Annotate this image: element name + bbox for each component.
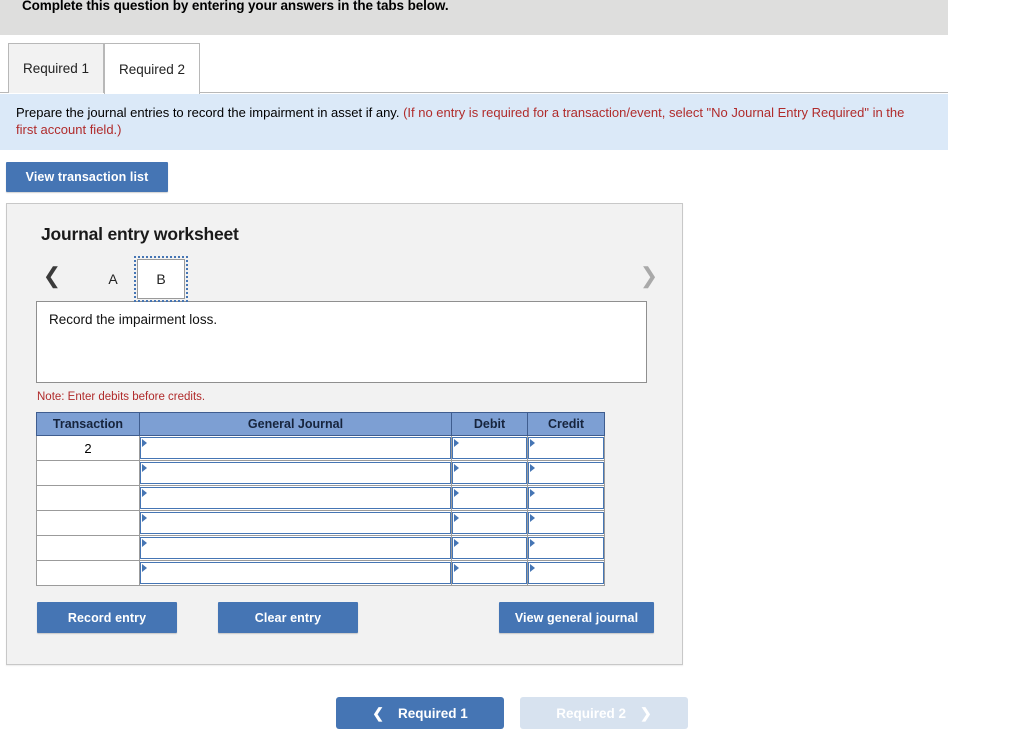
general-journal-input[interactable] (140, 512, 451, 534)
credit-input-cell (527, 485, 605, 511)
column-header-credit: Credit (527, 412, 605, 436)
view-transaction-list-button[interactable]: View transaction list (6, 162, 168, 192)
table-row (36, 535, 605, 561)
top-instruction-text: Complete this question by entering your … (22, 0, 449, 13)
credit-input[interactable] (528, 462, 604, 484)
credit-input-cell (527, 435, 605, 461)
general-journal-input[interactable] (140, 462, 451, 484)
entry-description-text: Record the impairment loss. (49, 312, 218, 327)
clear-entry-button[interactable]: Clear entry (218, 602, 358, 633)
tab-required-2[interactable]: Required 2 (104, 43, 200, 94)
debit-input-cell (451, 460, 528, 486)
general-journal-input-cell (139, 485, 452, 511)
required-tab-strip: Required 1 Required 2 (0, 35, 948, 94)
debit-input[interactable] (452, 512, 527, 534)
column-header-general-journal: General Journal (139, 412, 452, 436)
pager-item-b-label: B (156, 271, 166, 287)
credit-input[interactable] (528, 562, 604, 584)
nav-required-1-button[interactable]: ❮ Required 1 (336, 697, 504, 729)
debit-input[interactable] (452, 537, 527, 559)
entry-description-box: Record the impairment loss. (36, 301, 647, 383)
general-journal-input-cell (139, 510, 452, 536)
credit-input-cell (527, 510, 605, 536)
tab-required-1-label: Required 1 (22, 61, 90, 76)
journal-entry-table: Transaction General Journal Debit Credit… (36, 412, 605, 586)
credit-input-cell (527, 560, 605, 586)
table-row (36, 510, 605, 536)
transaction-cell (36, 535, 140, 561)
credit-input-cell (527, 460, 605, 486)
credit-input[interactable] (528, 512, 604, 534)
pager-item-a-label: A (108, 271, 118, 287)
worksheet-title: Journal entry worksheet (41, 224, 239, 244)
journal-entry-worksheet-panel: Journal entry worksheet ❮ A B ❯ Record t… (6, 203, 683, 665)
credit-input[interactable] (528, 537, 604, 559)
chevron-left-icon: ❮ (372, 704, 384, 721)
debits-before-credits-note: Note: Enter debits before credits. (37, 391, 206, 403)
table-row (36, 560, 605, 586)
transaction-cell (36, 485, 140, 511)
nav-required-2-label: Required 2 (556, 705, 627, 721)
view-general-journal-button[interactable]: View general journal (499, 602, 654, 633)
general-journal-input-cell (139, 460, 452, 486)
general-journal-input[interactable] (140, 537, 451, 559)
chevron-left-icon[interactable]: ❮ (40, 263, 64, 289)
debit-input-cell (451, 485, 528, 511)
instruction-main-text: Prepare the journal entries to record th… (16, 105, 404, 120)
column-header-transaction: Transaction (36, 412, 140, 436)
nav-required-1-label: Required 1 (397, 705, 468, 721)
chevron-right-icon: ❯ (640, 704, 652, 721)
debit-input[interactable] (452, 562, 527, 584)
column-header-debit: Debit (451, 412, 528, 436)
transaction-cell (36, 460, 140, 486)
instruction-band: Prepare the journal entries to record th… (0, 93, 948, 150)
table-row: 2 (36, 435, 605, 461)
debit-input-cell (451, 560, 528, 586)
general-journal-input-cell (139, 435, 452, 461)
bottom-navigation: ❮ Required 1 Required 2 ❯ (0, 697, 1024, 729)
general-journal-input[interactable] (140, 487, 451, 509)
general-journal-input-cell (139, 535, 452, 561)
tab-required-2-label: Required 2 (118, 61, 186, 77)
general-journal-input-cell (139, 560, 452, 586)
table-row (36, 485, 605, 511)
debit-input-cell (451, 435, 528, 461)
debit-input-cell (451, 510, 528, 536)
general-journal-input[interactable] (140, 562, 451, 584)
record-entry-button[interactable]: Record entry (37, 602, 177, 633)
credit-input[interactable] (528, 437, 604, 459)
transaction-cell: 2 (36, 435, 140, 461)
table-row (36, 460, 605, 486)
general-journal-input[interactable] (140, 437, 451, 459)
debit-input[interactable] (452, 437, 527, 459)
transaction-cell (36, 560, 140, 586)
debit-input[interactable] (452, 462, 527, 484)
worksheet-action-buttons: Record entry Clear entry View general jo… (36, 602, 656, 642)
tab-required-1[interactable]: Required 1 (8, 43, 104, 93)
pager-item-b[interactable]: B (134, 256, 188, 302)
debit-input-cell (451, 535, 528, 561)
pager-item-a[interactable]: A (89, 259, 137, 299)
view-transaction-list-row: View transaction list (0, 150, 1024, 192)
top-instruction-bar: Complete this question by entering your … (0, 0, 948, 35)
nav-required-2-button: Required 2 ❯ (520, 697, 688, 729)
credit-input[interactable] (528, 487, 604, 509)
transaction-cell (36, 510, 140, 536)
table-header-row: Transaction General Journal Debit Credit (36, 412, 605, 436)
debit-input[interactable] (452, 487, 527, 509)
credit-input-cell (527, 535, 605, 561)
worksheet-pager: ❮ A B ❯ (36, 256, 658, 302)
chevron-right-icon[interactable]: ❯ (637, 263, 661, 289)
